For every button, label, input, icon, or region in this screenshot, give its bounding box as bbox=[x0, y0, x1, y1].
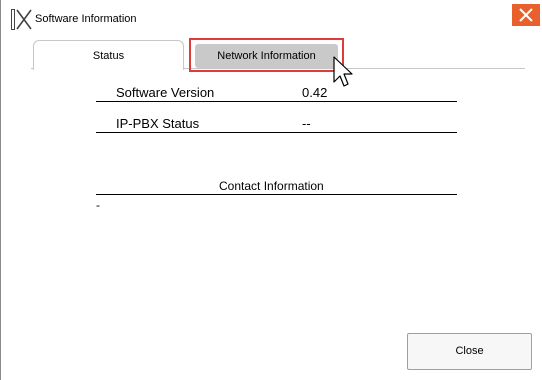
software-version-label: Software Version bbox=[116, 85, 215, 100]
ip-pbx-status-value: -- bbox=[302, 116, 311, 131]
ip-pbx-status-divider bbox=[96, 132, 457, 133]
ix-logo-icon bbox=[11, 9, 33, 31]
tab-status[interactable]: Status bbox=[33, 40, 184, 70]
software-information-window: Software Information Status Network Info… bbox=[0, 0, 542, 380]
window-close-button[interactable] bbox=[512, 4, 540, 26]
ip-pbx-status-label: IP-PBX Status bbox=[116, 116, 200, 131]
title-bar: Software Information bbox=[1, 0, 542, 30]
tab-network-information-inner[interactable]: Network Information bbox=[195, 44, 338, 68]
contact-information-heading: Contact Information bbox=[219, 179, 324, 193]
tab-network-information-label: Network Information bbox=[217, 50, 316, 62]
tab-network-information[interactable]: Network Information bbox=[189, 38, 344, 72]
close-button[interactable]: Close bbox=[407, 333, 532, 370]
software-version-value: 0.42 bbox=[302, 85, 328, 100]
tab-status-label: Status bbox=[92, 50, 125, 62]
contact-information-divider bbox=[96, 194, 457, 195]
window-title: Software Information bbox=[35, 13, 137, 25]
contact-information-text: - bbox=[96, 198, 100, 212]
software-version-divider bbox=[96, 101, 457, 102]
mouse-cursor-icon bbox=[333, 56, 355, 95]
